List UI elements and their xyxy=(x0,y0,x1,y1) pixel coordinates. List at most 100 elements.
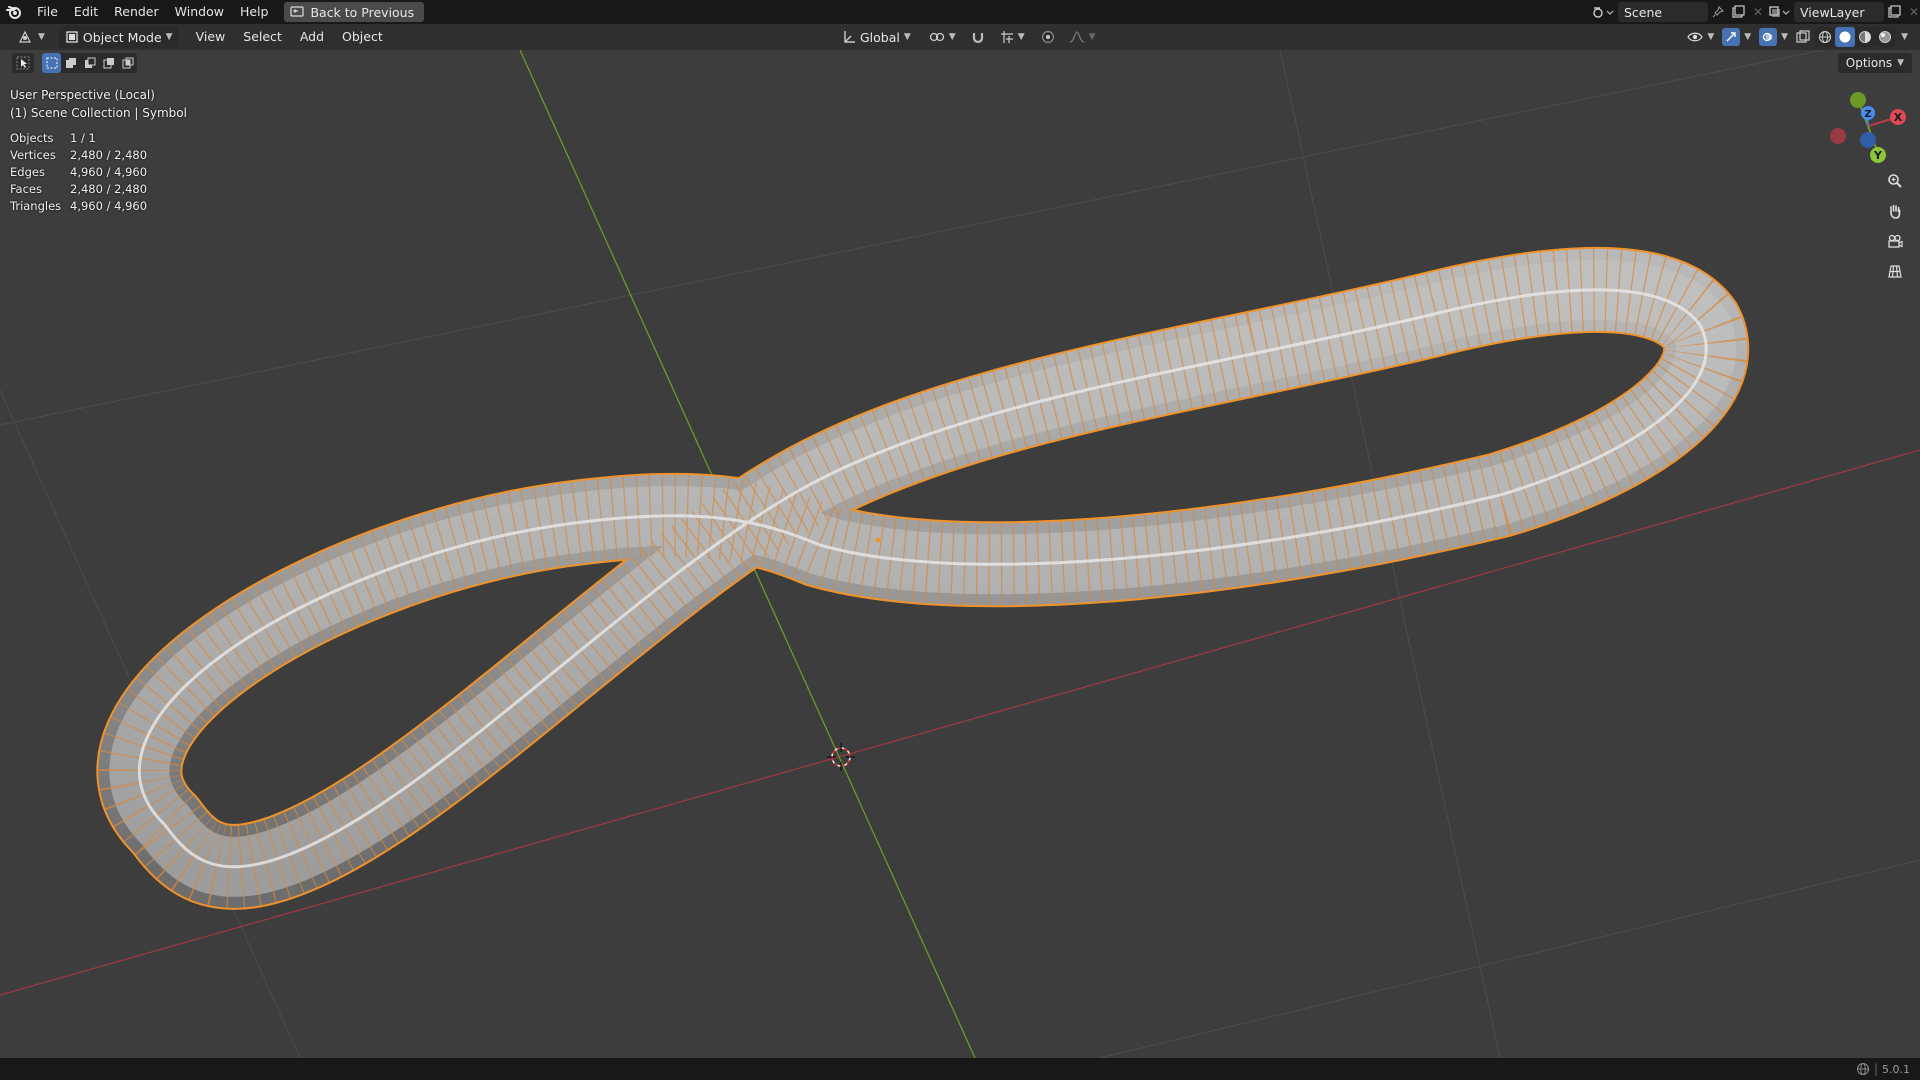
editor-type-selector[interactable]: ▼ xyxy=(12,26,51,48)
back-to-previous-button[interactable]: Back to Previous xyxy=(284,2,425,22)
status-separator: | xyxy=(1873,1062,1878,1076)
menu-render[interactable]: Render xyxy=(106,0,167,24)
chevron-down-icon: ▼ xyxy=(948,32,956,42)
transform-orientation-selector[interactable]: Global ▼ xyxy=(836,26,917,48)
overlays-icon xyxy=(1759,28,1778,46)
viewport-info-overlay: User Perspective (Local) (1) Scene Colle… xyxy=(10,86,187,122)
header-menu-view[interactable]: View xyxy=(187,24,235,50)
version-label: 5.0.1 xyxy=(1882,1062,1910,1076)
stat-row: Vertices 2,480 / 2,480 xyxy=(10,147,147,164)
stat-label: Objects xyxy=(10,131,54,145)
hand-icon xyxy=(1890,204,1901,219)
orientation-label: Global xyxy=(860,29,900,45)
stat-label: Vertices xyxy=(10,148,56,162)
toggle-projection-button[interactable] xyxy=(1882,258,1908,284)
gizmo-y-label: Y xyxy=(1873,149,1883,162)
stat-value: 1 / 1 xyxy=(70,131,96,145)
snap-toggle[interactable] xyxy=(968,26,988,48)
stat-value: 4,960 / 4,960 xyxy=(70,165,148,179)
view-layer-name: ViewLayer xyxy=(1800,4,1865,20)
chevron-down-icon: ▼ xyxy=(1017,32,1025,42)
header-right-tools: ▼ ▼ ▼ ▼ xyxy=(1684,26,1908,48)
object-mode-icon xyxy=(66,31,78,43)
xray-icon xyxy=(1796,30,1810,43)
navigation-gizmo[interactable]: X Y Z xyxy=(1830,92,1906,163)
proportional-editing-toggle[interactable] xyxy=(1037,26,1059,48)
object-origin-icon xyxy=(875,537,881,543)
gizmo-neg-x-icon[interactable] xyxy=(1830,128,1846,144)
header-menu-select[interactable]: Select xyxy=(234,24,291,50)
header-center-tools: Global ▼ ▼ ▼ ▼ xyxy=(836,26,1100,48)
shading-options-chevron-icon[interactable]: ▼ xyxy=(1901,32,1908,42)
pivot-link-icon xyxy=(929,32,944,42)
chevron-down-icon: ▼ xyxy=(1707,32,1715,42)
zoom-icon xyxy=(1888,174,1902,188)
3d-cursor-icon[interactable] xyxy=(827,743,855,771)
stat-value: 4,960 / 4,960 xyxy=(70,199,148,213)
menu-file[interactable]: File xyxy=(29,0,66,24)
scene-name: Scene xyxy=(1624,4,1663,20)
menu-window[interactable]: Window xyxy=(167,0,232,24)
chevron-down-icon: ▼ xyxy=(1781,32,1789,42)
zoom-button[interactable] xyxy=(1882,168,1908,194)
gizmo-neg-z-icon[interactable] xyxy=(1860,132,1876,148)
scene-name-field[interactable]: Scene xyxy=(1618,2,1708,22)
xray-toggle[interactable] xyxy=(1793,26,1813,48)
camera-view-button[interactable] xyxy=(1882,228,1908,254)
3d-viewport[interactable]: X Y Z xyxy=(0,50,1920,1058)
magnet-icon xyxy=(972,33,983,44)
snap-target-selector[interactable]: ▼ xyxy=(994,26,1031,48)
blender-logo-icon[interactable] xyxy=(5,3,23,21)
eye-icon xyxy=(1687,32,1704,42)
shading-mode-group xyxy=(1815,27,1896,47)
chevron-down-icon: ▼ xyxy=(903,32,911,42)
active-collection-label: (1) Scene Collection | Symbol xyxy=(10,106,187,120)
solid-shading-icon[interactable] xyxy=(1835,27,1856,47)
menu-help[interactable]: Help xyxy=(232,0,277,24)
stat-label: Triangles xyxy=(10,199,62,213)
wireframe-shading-icon[interactable] xyxy=(1815,27,1835,47)
pin-scene-icon[interactable] xyxy=(1708,2,1728,22)
grid-projection-icon xyxy=(1888,265,1902,278)
scene-browse-icon[interactable] xyxy=(1588,2,1618,22)
infinity-symbol-mesh[interactable] xyxy=(96,246,1750,910)
gizmo-z-label: Z xyxy=(1864,109,1871,120)
proportional-edit-icon xyxy=(1041,30,1054,44)
mode-selector[interactable]: Object Mode ▼ xyxy=(58,26,179,48)
orientation-axes-icon xyxy=(844,31,855,43)
chevron-down-icon: ▼ xyxy=(38,32,45,42)
back-to-previous-label: Back to Previous xyxy=(310,4,415,20)
stat-label: Edges xyxy=(10,165,45,179)
new-scene-icon[interactable] xyxy=(1728,2,1748,22)
view-layer-browse-icon[interactable] xyxy=(1764,2,1794,22)
gizmo-toggle[interactable]: ▼ xyxy=(1719,26,1754,48)
material-shading-icon[interactable] xyxy=(1855,27,1875,47)
stat-row: Objects 1 / 1 xyxy=(10,130,147,147)
header-menu-object[interactable]: Object xyxy=(333,24,392,50)
chevron-down-icon: ▼ xyxy=(1744,32,1752,42)
falloff-curve-icon xyxy=(1069,31,1084,43)
proportional-falloff-selector[interactable]: ▼ xyxy=(1065,26,1100,48)
network-globe-icon xyxy=(1856,1062,1870,1076)
viewport-header: ▼ Object Mode ▼ View Select Add Object G… xyxy=(0,24,1920,50)
header-menu-add[interactable]: Add xyxy=(291,24,333,50)
camera-icon xyxy=(1888,234,1903,248)
stat-value: 2,480 / 2,480 xyxy=(70,148,148,162)
menu-edit[interactable]: Edit xyxy=(66,0,106,24)
gizmo-x-label: X xyxy=(1894,111,1903,124)
stat-row: Edges 4,960 / 4,960 xyxy=(10,164,147,181)
pivot-point-selector[interactable]: ▼ xyxy=(923,26,962,48)
scene-selector: Scene ✕ xyxy=(1588,2,1768,22)
top-menu-bar: File Edit Render Window Help Back to Pre… xyxy=(0,0,1920,24)
overlays-toggle[interactable]: ▼ xyxy=(1756,26,1791,48)
pan-button[interactable] xyxy=(1882,198,1908,224)
gizmo-neg-y-icon[interactable] xyxy=(1850,92,1866,108)
new-view-layer-icon[interactable] xyxy=(1884,2,1904,22)
rendered-shading-icon[interactable] xyxy=(1875,27,1895,47)
delete-view-layer-icon[interactable]: ✕ xyxy=(1904,2,1920,22)
view-layer-name-field[interactable]: ViewLayer xyxy=(1794,2,1884,22)
status-bar: | 5.0.1 xyxy=(0,1058,1920,1080)
visibility-selector[interactable]: ▼ xyxy=(1684,26,1717,48)
view-perspective-label: User Perspective (Local) xyxy=(10,88,155,102)
scene-statistics: Objects 1 / 1 Vertices 2,480 / 2,480 Edges… xyxy=(10,130,147,215)
